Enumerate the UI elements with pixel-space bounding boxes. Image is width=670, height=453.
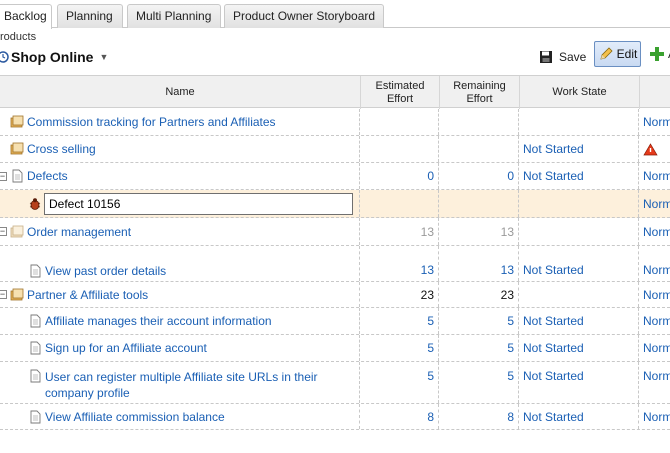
tab-backlog[interactable]: Backlog <box>0 4 52 29</box>
document-icon <box>30 369 41 383</box>
estimated-effort-cell[interactable]: 0 <box>360 163 434 189</box>
tab-product-owner-storyboard[interactable]: Product Owner Storyboard <box>224 4 384 28</box>
table-row[interactable]: Cross selling Not Started <box>0 136 670 163</box>
row-name-link[interactable]: Partner & Affiliate tools <box>27 288 148 302</box>
column-header-name[interactable]: Name <box>0 76 360 109</box>
row-extra-cell[interactable]: Norm <box>643 163 670 189</box>
table-row[interactable]: − Order management 13 13 Norm <box>0 218 670 246</box>
column-header-work-state[interactable]: Work State <box>519 76 639 109</box>
row-extra-cell[interactable]: Norm <box>643 218 670 245</box>
remaining-effort-cell[interactable]: 5 <box>439 335 514 361</box>
bug-icon <box>29 197 41 210</box>
table-row[interactable]: View Affiliate commission balance 8 8 No… <box>0 404 670 430</box>
document-icon <box>30 314 41 328</box>
pencil-icon <box>600 47 613 60</box>
document-icon <box>30 410 41 423</box>
table-row[interactable]: Affiliate manages their account informat… <box>0 308 670 335</box>
work-state-cell[interactable]: Not Started <box>523 335 584 361</box>
collapse-toggle-icon[interactable]: − <box>0 290 7 299</box>
remaining-effort-cell[interactable]: 0 <box>439 163 514 189</box>
remaining-effort-cell[interactable]: 5 <box>439 308 514 334</box>
table-row[interactable]: − Defects 0 0 Not Started Norm <box>0 163 670 190</box>
collapse-toggle-icon[interactable]: − <box>0 171 7 181</box>
table-row[interactable]: Sign up for an Affiliate account 5 5 Not… <box>0 335 670 362</box>
estimated-effort-cell[interactable]: 23 <box>360 282 434 307</box>
folder-story-icon <box>10 115 24 128</box>
estimated-effort-cell[interactable]: 5 <box>360 335 434 361</box>
table-row[interactable]: Commission tracking for Partners and Aff… <box>0 109 670 136</box>
warning-triangle-icon <box>643 142 658 155</box>
table-row-editing[interactable]: Defect 10156 Norm <box>0 190 670 218</box>
work-state-cell[interactable]: Not Started <box>523 369 584 383</box>
row-name-link[interactable]: Cross selling <box>27 142 96 156</box>
work-state-cell[interactable]: Not Started <box>523 163 584 189</box>
column-header-remaining-effort[interactable]: Remaining Effort <box>439 76 519 109</box>
row-name-link[interactable]: Order management <box>27 225 131 239</box>
row-extra-cell[interactable]: Norm <box>643 109 670 135</box>
estimated-effort-cell[interactable]: 5 <box>360 369 434 383</box>
tab-planning[interactable]: Planning <box>57 4 123 28</box>
row-extra-cell[interactable]: Norm <box>643 246 670 281</box>
column-header-extra[interactable] <box>639 76 670 109</box>
estimated-effort-cell[interactable]: 8 <box>360 404 434 429</box>
document-icon <box>30 264 41 278</box>
plus-icon <box>650 47 664 61</box>
row-name-link[interactable]: Affiliate manages their account informat… <box>45 314 272 328</box>
table-row[interactable]: View past order details 13 13 Not Starte… <box>0 246 670 282</box>
save-button[interactable]: Save <box>539 47 586 67</box>
tab-bar: Backlog Planning Multi Planning Product … <box>0 0 670 29</box>
work-state-cell[interactable]: Not Started <box>523 136 584 162</box>
row-extra-cell[interactable]: Norm <box>643 335 670 361</box>
row-extra-cell[interactable]: Norm <box>643 190 670 217</box>
column-header-estimated-effort[interactable]: Estimated Effort <box>360 76 439 109</box>
estimated-effort-cell[interactable]: 5 <box>360 308 434 334</box>
estimated-effort-cell[interactable]: 13 <box>360 246 434 281</box>
row-name-link[interactable]: User can register multiple Affiliate sit… <box>45 369 318 401</box>
remaining-effort-cell[interactable]: 5 <box>439 369 514 383</box>
toolbar: Save Edit A <box>0 41 670 71</box>
row-name-link[interactable]: Commission tracking for Partners and Aff… <box>27 115 276 129</box>
row-extra-cell[interactable]: Norm <box>643 404 670 429</box>
table-row[interactable]: − Partner & Affiliate tools 23 23 Norm <box>0 282 670 308</box>
row-name-link[interactable]: Defects <box>27 169 68 183</box>
row-extra-cell[interactable]: Norm <box>643 369 670 383</box>
row-extra-cell[interactable]: Norm <box>643 282 670 307</box>
folder-story-icon <box>10 142 24 155</box>
tab-multi-planning[interactable]: Multi Planning <box>127 4 221 28</box>
work-state-cell[interactable]: Not Started <box>523 404 584 429</box>
work-state-cell[interactable]: Not Started <box>523 246 584 281</box>
document-icon <box>30 341 41 355</box>
remaining-effort-cell[interactable]: 13 <box>439 246 514 281</box>
floppy-disk-icon <box>540 51 552 63</box>
estimated-effort-cell[interactable]: 13 <box>360 218 434 245</box>
folder-story-icon <box>10 225 24 237</box>
row-name-edit-field[interactable]: Defect 10156 <box>44 193 353 215</box>
row-extra-cell[interactable] <box>643 136 658 162</box>
folder-story-icon <box>10 288 24 300</box>
remaining-effort-cell[interactable]: 23 <box>439 282 514 307</box>
remaining-effort-cell[interactable]: 13 <box>439 218 514 245</box>
row-extra-cell[interactable]: Norm <box>643 308 670 334</box>
edit-button[interactable]: Edit <box>594 41 641 67</box>
document-icon <box>12 169 23 183</box>
row-name-link[interactable]: View Affiliate commission balance <box>45 410 225 424</box>
row-name-link[interactable]: View past order details <box>45 264 166 278</box>
row-name-link[interactable]: Sign up for an Affiliate account <box>45 341 207 355</box>
add-button[interactable]: A <box>649 46 670 62</box>
remaining-effort-cell[interactable]: 8 <box>439 404 514 429</box>
table-row[interactable]: User can register multiple Affiliate sit… <box>0 362 670 404</box>
collapse-toggle-icon[interactable]: − <box>0 227 7 236</box>
work-state-cell[interactable]: Not Started <box>523 308 584 334</box>
grid-header: Name Estimated Effort Remaining Effort W… <box>0 75 670 109</box>
